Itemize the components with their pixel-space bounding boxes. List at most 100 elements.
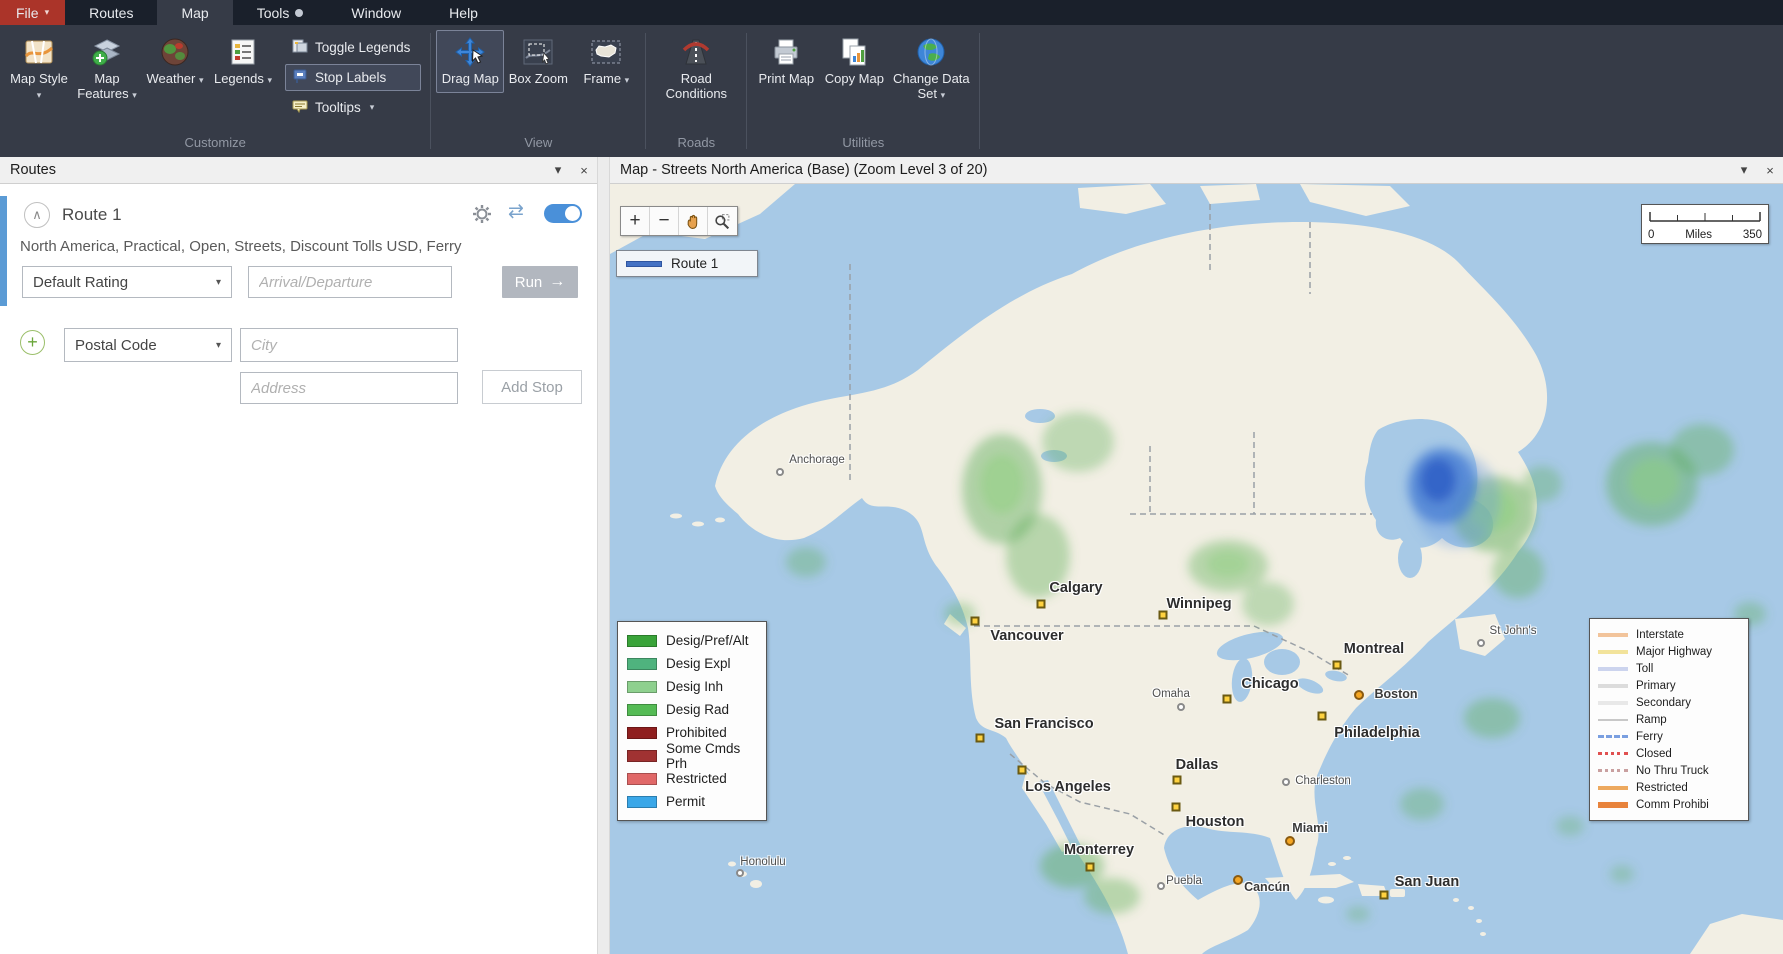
map-panel-close-icon[interactable]: × (1757, 163, 1783, 178)
route-compare-icon[interactable]: ⇄ (508, 200, 524, 223)
menu-item-label: Tools (257, 5, 290, 21)
menu-item-file[interactable]: File▾ (0, 0, 65, 25)
legend-label: Desig Expl (666, 656, 731, 671)
route-visibility-toggle[interactable] (544, 204, 582, 223)
legend-line-sample (1598, 735, 1628, 738)
scale-min: 0 (1648, 229, 1654, 241)
route-collapse-button[interactable]: ∧ (24, 202, 50, 228)
map-canvas[interactable]: AnchorageCalgaryWinnipegVancouverMontrea… (610, 184, 1783, 954)
zoom-in-button[interactable]: + (621, 207, 650, 235)
map-style-button[interactable]: Map Style ▾ (5, 30, 73, 108)
caret-down-icon: ▾ (199, 75, 204, 85)
add-stop-button[interactable]: Add Stop (482, 370, 582, 404)
ribbon-group-label-utilities: Utilities (752, 133, 974, 157)
city-input[interactable] (240, 328, 458, 362)
road-conditions-button[interactable]: Road Conditions (651, 30, 741, 108)
view-items: Drag Map Box Zoom Frame ▾ (436, 25, 640, 133)
legend-line-sample (1598, 802, 1628, 808)
stop-type-select[interactable]: Postal Code ▾ (64, 328, 232, 362)
legend-label: Secondary (1636, 697, 1691, 709)
caret-down-icon: ▾ (216, 277, 221, 288)
stop-labels-button[interactable]: Stop Labels (285, 64, 421, 91)
legend-line-sample (1598, 684, 1628, 688)
route-chip-label: Route 1 (671, 256, 718, 271)
rating-select[interactable]: Default Rating ▾ (22, 266, 232, 298)
stop-type-value: Postal Code (75, 337, 157, 354)
box-zoom-icon (522, 36, 554, 68)
legend-row: Desig/Pref/Alt (627, 629, 757, 652)
legend-label: Comm Prohibi (1636, 799, 1709, 811)
route-line-sample (626, 261, 662, 267)
tooltips-button[interactable]: Tooltips ▾ (285, 94, 421, 121)
run-button-label: Run (515, 274, 543, 291)
arrival-departure-input[interactable] (248, 266, 452, 298)
legend-row: Secondary (1598, 694, 1740, 711)
drag-map-button[interactable]: Drag Map (436, 30, 504, 93)
legend-row: Desig Rad (627, 698, 757, 721)
map-features-button[interactable]: Map Features ▾ (73, 30, 141, 108)
legend-label: Prohibited (666, 725, 727, 740)
menu-item-help[interactable]: Help (425, 0, 502, 25)
ribbon-group-utilities: Print Map Copy Map Change Data Set ▾ Uti… (747, 25, 979, 157)
legend-color-swatch (627, 681, 657, 693)
caret-down-icon: ▾ (216, 340, 221, 351)
legend-row: Restricted (1598, 779, 1740, 796)
legend-row: No Thru Truck (1598, 762, 1740, 779)
frame-button[interactable]: Frame ▾ (572, 30, 640, 93)
legends-button[interactable]: Legends ▾ (209, 30, 277, 93)
route-settings-gear-icon[interactable] (472, 204, 492, 229)
frame-label: Frame ▾ (583, 72, 629, 87)
copy-map-button[interactable]: Copy Map (820, 30, 888, 93)
zoom-box-button[interactable] (708, 207, 737, 235)
print-map-label: Print Map (759, 72, 815, 87)
designation-legend: Desig/Pref/AltDesig ExplDesig InhDesig R… (617, 621, 767, 821)
route-accent-bar (0, 196, 7, 306)
print-map-button[interactable]: Print Map (752, 30, 820, 93)
legends-label: Legends ▾ (214, 72, 272, 87)
legend-row: Major Highway (1598, 643, 1740, 660)
menu-item-routes[interactable]: Routes (65, 0, 157, 25)
box-zoom-button[interactable]: Box Zoom (504, 30, 572, 93)
caret-down-icon: ▾ (132, 90, 137, 100)
route-map-legend-chip[interactable]: Route 1 (616, 250, 758, 277)
routes-panel-header: Routes ▾ × (0, 157, 597, 184)
legend-label: Desig Rad (666, 702, 729, 717)
stop-labels-icon (292, 68, 308, 87)
rating-select-value: Default Rating (33, 274, 128, 291)
legend-row: Ferry (1598, 728, 1740, 745)
legend-row: Desig Expl (627, 652, 757, 675)
legend-line-sample (1598, 633, 1628, 637)
road-conditions-icon (680, 36, 712, 68)
map-style-label: Map Style ▾ (8, 72, 70, 102)
caret-down-icon: ▾ (37, 90, 42, 100)
weather-button[interactable]: Weather ▾ (141, 30, 209, 93)
address-input[interactable] (240, 372, 458, 404)
menu-item-tools[interactable]: Tools (233, 0, 328, 25)
routes-panel-close-icon[interactable]: × (571, 163, 597, 178)
scale-unit: Miles (1685, 229, 1712, 241)
legend-color-swatch (627, 658, 657, 670)
add-stop-plus-icon[interactable]: + (20, 330, 45, 355)
legend-line-sample (1598, 667, 1628, 671)
legend-color-swatch (627, 750, 657, 762)
panel-splitter[interactable] (597, 157, 610, 954)
toggle-legends-button[interactable]: Toggle Legends (285, 34, 421, 61)
legend-line-sample (1598, 786, 1628, 790)
routes-panel-collapse-icon[interactable]: ▾ (545, 162, 571, 178)
box-zoom-label: Box Zoom (509, 72, 568, 87)
zoom-out-button[interactable]: − (650, 207, 679, 235)
pan-hand-button[interactable] (679, 207, 708, 235)
map-panel-title: Map - Streets North America (Base) (Zoom… (610, 162, 1731, 178)
change-data-set-button[interactable]: Change Data Set ▾ (888, 30, 974, 108)
map-features-icon (91, 36, 123, 68)
copy-map-label: Copy Map (825, 72, 884, 87)
menu-item-map[interactable]: Map (157, 0, 232, 25)
legend-row: Toll (1598, 660, 1740, 677)
legend-label: Major Highway (1636, 646, 1712, 658)
legend-label: No Thru Truck (1636, 765, 1709, 777)
map-panel-collapse-icon[interactable]: ▾ (1731, 162, 1757, 178)
drag-map-label: Drag Map (442, 72, 499, 87)
run-button[interactable]: Run → (502, 266, 578, 298)
menu-item-window[interactable]: Window (327, 0, 425, 25)
menu-item-label: Map (181, 5, 208, 21)
